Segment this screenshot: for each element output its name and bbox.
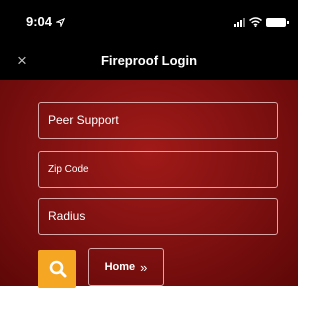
search-button[interactable] bbox=[38, 250, 76, 288]
status-icons bbox=[234, 17, 289, 27]
zip-code-field[interactable]: Zip Code bbox=[38, 151, 278, 188]
location-arrow-icon bbox=[54, 17, 65, 29]
status-bar: 9:04 bbox=[0, 0, 298, 42]
page-title: Fireproof Login bbox=[100, 53, 198, 68]
status-time: 9:04 bbox=[26, 14, 65, 29]
nav-bar: × Fireproof Login bbox=[0, 42, 298, 80]
wifi-icon bbox=[249, 17, 262, 27]
double-chevron-right-icon: » bbox=[140, 259, 148, 275]
peer-support-field[interactable]: Peer Support bbox=[38, 102, 278, 139]
search-icon bbox=[49, 260, 67, 278]
home-button-label: Home bbox=[104, 261, 136, 273]
cellular-signal-icon bbox=[234, 18, 245, 27]
radius-field[interactable]: Radius bbox=[38, 198, 278, 235]
battery-icon bbox=[266, 18, 289, 27]
home-button[interactable]: Home » bbox=[88, 248, 164, 286]
